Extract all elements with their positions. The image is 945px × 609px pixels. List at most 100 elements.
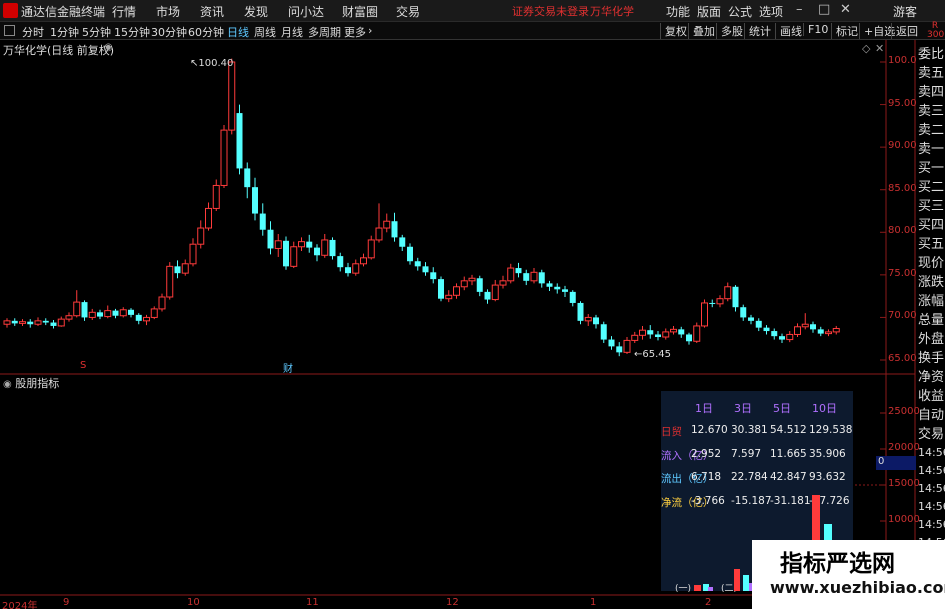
- menu-caifuquan[interactable]: 财富圈: [342, 3, 378, 20]
- quote-item[interactable]: 卖四: [918, 83, 945, 102]
- candle-body: [212, 184, 220, 209]
- y-tick-label: 75.00: [888, 267, 917, 279]
- quote-item[interactable]: 外盘: [918, 330, 945, 349]
- quote-item[interactable]: 买一: [918, 159, 945, 178]
- layout-toggle-icon[interactable]: [4, 25, 15, 36]
- chevron-right-icon[interactable]: ›: [368, 24, 372, 37]
- quote-item[interactable]: 买三: [918, 197, 945, 216]
- candle-body: [290, 246, 298, 267]
- quote-item[interactable]: 交易: [918, 425, 945, 444]
- candle-body: [670, 328, 677, 333]
- quote-item[interactable]: 总量: [918, 311, 945, 330]
- quote-item[interactable]: 自动: [918, 406, 945, 425]
- quote-item[interactable]: 卖三: [918, 102, 945, 121]
- quote-item[interactable]: 换手: [918, 349, 945, 368]
- period-30min[interactable]: 30分钟: [151, 24, 187, 40]
- btn-diejia[interactable]: 叠加: [688, 23, 715, 39]
- candle-body: [647, 330, 654, 335]
- y-tick-label: 95.00: [888, 97, 917, 109]
- period-multi[interactable]: 多周期: [308, 24, 341, 40]
- btn-fanhui[interactable]: 返回: [891, 23, 918, 39]
- quote-item[interactable]: 涨跌: [918, 273, 945, 292]
- candle-body: [50, 322, 57, 326]
- candle-body: [19, 321, 26, 324]
- quote-item[interactable]: 收益: [918, 387, 945, 406]
- candle-body: [499, 280, 507, 286]
- candle-body: [763, 327, 770, 332]
- high-price-label: ↖100.40: [190, 58, 234, 69]
- menu-faxian[interactable]: 发现: [244, 3, 268, 20]
- quote-item[interactable]: 卖一: [918, 140, 945, 159]
- period-5min[interactable]: 5分钟: [82, 24, 111, 40]
- candle-body: [460, 280, 468, 288]
- period-weekly[interactable]: 周线: [254, 24, 276, 40]
- btn-duogu[interactable]: 多股: [716, 23, 743, 39]
- candle-body: [484, 291, 491, 300]
- period-monthly[interactable]: 月线: [281, 24, 303, 40]
- btn-biaoji[interactable]: 标记: [831, 23, 858, 39]
- period-15min[interactable]: 15分钟: [114, 24, 150, 40]
- close-chart-icon[interactable]: ✕: [875, 42, 884, 55]
- quote-item[interactable]: 卖二: [918, 121, 945, 140]
- btn-tongji[interactable]: 统计: [744, 23, 771, 39]
- candle-body: [468, 277, 476, 282]
- quote-item[interactable]: 现价: [918, 254, 945, 273]
- menu-xuanxiang[interactable]: 选项: [759, 3, 783, 20]
- period-daily[interactable]: 日线: [227, 24, 249, 40]
- menu-hangqing[interactable]: 行情: [112, 3, 136, 20]
- menu-wenxiaoda[interactable]: 问小达: [288, 3, 324, 20]
- candle-body: [491, 284, 499, 301]
- candle-body: [375, 227, 383, 241]
- menu-jiaoyi[interactable]: 交易: [396, 3, 420, 20]
- candle-body: [530, 271, 538, 282]
- candle-body: [150, 308, 158, 318]
- menu-zixun[interactable]: 资讯: [200, 3, 224, 20]
- period-60min[interactable]: 60分钟: [188, 24, 224, 40]
- candle-body: [143, 316, 150, 322]
- candle-body: [662, 331, 670, 338]
- maximize-icon[interactable]: □: [818, 2, 830, 17]
- guest-label[interactable]: 游客: [893, 3, 917, 20]
- quote-item[interactable]: 涨幅: [918, 292, 945, 311]
- event-s-marker[interactable]: S: [80, 360, 86, 371]
- menu-gongshi[interactable]: 公式: [728, 3, 752, 20]
- chart-settings-icon[interactable]: ◉: [104, 42, 113, 53]
- stats-value: 11.665: [770, 448, 807, 460]
- quote-item[interactable]: 卖五: [918, 64, 945, 83]
- candle-body: [445, 294, 453, 300]
- minimize-icon[interactable]: –: [796, 2, 803, 17]
- watermark-url: www.xuezhibiao.com: [770, 578, 945, 597]
- quote-item[interactable]: 委比: [918, 45, 945, 64]
- menu-banmian[interactable]: 版面: [697, 3, 721, 20]
- quote-item[interactable]: 买五: [918, 235, 945, 254]
- stats-row-label: 日贸: [661, 426, 682, 438]
- menu-shichang[interactable]: 市场: [156, 3, 180, 20]
- btn-fuquan[interactable]: 复权: [660, 23, 687, 39]
- diamond-icon[interactable]: ◇: [862, 42, 870, 55]
- quote-item[interactable]: 买二: [918, 178, 945, 197]
- candle-body: [11, 320, 18, 324]
- indicator-settings-icon[interactable]: ◉: [3, 379, 12, 390]
- menu-gongneng[interactable]: 功能: [666, 3, 690, 20]
- event-cai-marker[interactable]: 财: [283, 360, 293, 375]
- login-warning[interactable]: 证券交易未登录: [512, 3, 589, 19]
- period-fenshi[interactable]: 分时: [22, 24, 44, 40]
- stats-header-3d: 3日: [734, 402, 752, 415]
- candle-body: [306, 241, 313, 248]
- period-more[interactable]: 更多: [344, 24, 366, 40]
- btn-huaxian[interactable]: 画线: [775, 23, 802, 39]
- period-toolbar: 分时 1分钟 5分钟 15分钟 30分钟 60分钟 日线 周线 月线 多周期 更…: [0, 22, 945, 40]
- app-logo-icon: [3, 3, 18, 18]
- candle-body: [267, 229, 274, 249]
- quote-item[interactable]: 买四: [918, 216, 945, 235]
- candle-body: [259, 213, 266, 230]
- period-1min[interactable]: 1分钟: [50, 24, 79, 40]
- sub-y-tick-label: 20000: [888, 442, 920, 453]
- btn-f10[interactable]: F10: [803, 23, 828, 36]
- quote-item[interactable]: 净资: [918, 368, 945, 387]
- x-label-9: 9: [63, 597, 70, 608]
- candle-body: [740, 307, 747, 318]
- sub-y-tick-label: 15000: [888, 478, 920, 489]
- btn-zixuan[interactable]: +自选: [859, 23, 895, 39]
- close-icon[interactable]: ✕: [840, 2, 851, 17]
